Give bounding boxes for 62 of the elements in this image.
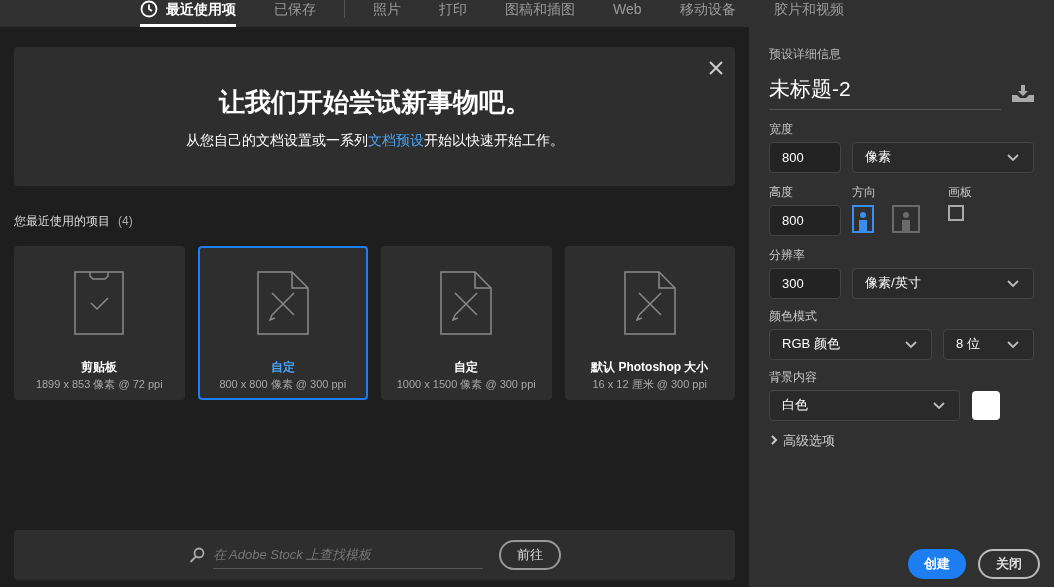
tab[interactable]: 照片 <box>373 0 401 27</box>
dropdown[interactable]: 8 位 <box>943 328 1034 360</box>
artboard-checkbox[interactable] <box>948 204 964 221</box>
preset-name: 自定 <box>454 359 479 376</box>
preset-name: 默认 Photoshop 大小 <box>591 359 709 376</box>
tab[interactable]: 已保存 <box>274 0 316 27</box>
document-presets-link[interactable]: 文档预设 <box>367 131 424 148</box>
panel-heading: 预设详细信息 <box>769 46 842 63</box>
dropdown[interactable]: 白色 <box>769 389 960 421</box>
tab[interactable]: 移动设备 <box>679 0 736 27</box>
number-field[interactable]: 800 <box>769 141 841 173</box>
number-field[interactable]: 800 <box>769 204 841 236</box>
preset-card[interactable]: 剪贴板 1899 x 853 像素 @ 72 ppi <box>14 246 185 400</box>
document-icon <box>255 271 310 335</box>
number-field[interactable]: 300 <box>769 267 841 299</box>
close-icon[interactable] <box>709 61 723 75</box>
preset-card[interactable]: 自定 800 x 800 像素 @ 300 ppi <box>197 246 368 400</box>
chevron-right-icon <box>769 435 779 446</box>
preset-name: 剪贴板 <box>81 359 118 376</box>
tab[interactable]: 打印 <box>439 0 467 27</box>
field-label: 背景内容 <box>769 368 818 386</box>
field-label: 方向 <box>852 183 877 201</box>
field-label: 画板 <box>948 183 972 201</box>
field-label: 宽度 <box>769 120 794 138</box>
search-icon <box>188 547 205 563</box>
clipboard-icon <box>74 271 125 335</box>
color-swatch[interactable] <box>972 390 1000 420</box>
preset-details: 16 x 12 厘米 @ 300 ppi <box>592 377 707 392</box>
dropdown[interactable]: 像素 <box>852 141 1034 173</box>
section-heading: 您最近使用的项目 <box>14 213 110 230</box>
field-label: 颜色模式 <box>769 307 818 325</box>
tab[interactable]: Web <box>613 0 642 27</box>
create-button[interactable]: 创建 <box>908 549 966 579</box>
banner-subtitle: 从您自己的文档设置或一系列文档预设开始以快速开始工作。 <box>185 130 564 150</box>
document-icon <box>622 271 677 335</box>
tab[interactable]: 最近使用项 <box>140 0 236 27</box>
advanced-options-toggle[interactable]: 高级选项 <box>769 430 1034 450</box>
preset-card[interactable]: 默认 Photoshop 大小 16 x 12 厘米 @ 300 ppi <box>564 246 735 400</box>
tab[interactable]: 胶片和视频 <box>773 0 844 27</box>
search-field[interactable]: 在 Adobe Stock 上查找模板 <box>212 540 483 570</box>
document-icon <box>439 271 494 335</box>
preset-name: 自定 <box>270 359 295 376</box>
field-label: 分辨率 <box>769 246 806 264</box>
portrait-button[interactable] <box>852 204 874 233</box>
close-button[interactable]: 关闭 <box>978 549 1040 579</box>
item-count: (4) <box>118 213 133 230</box>
person-icon <box>901 210 911 231</box>
go-button[interactable]: 前往 <box>498 540 561 570</box>
dropdown[interactable]: RGB 颜色 <box>769 328 932 360</box>
save-preset-icon[interactable] <box>1012 84 1034 102</box>
preset-details: 1899 x 853 像素 @ 72 ppi <box>35 377 163 392</box>
clock-icon <box>140 0 158 18</box>
banner-title: 让我们开始尝试新事物吧。 <box>218 85 531 119</box>
preset-details: 1000 x 1500 像素 @ 300 ppi <box>396 377 536 392</box>
person-icon <box>858 210 868 231</box>
field-label: 高度 <box>769 183 794 201</box>
tab[interactable]: 图稿和插图 <box>505 0 575 27</box>
dropdown[interactable]: 像素/英寸 <box>852 267 1034 299</box>
document-name-field[interactable]: 未标题-2 <box>769 73 1001 110</box>
preset-details: 800 x 800 像素 @ 300 ppi <box>219 377 347 392</box>
landscape-button[interactable] <box>892 204 920 233</box>
preset-card[interactable]: 自定 1000 x 1500 像素 @ 300 ppi <box>381 246 552 400</box>
